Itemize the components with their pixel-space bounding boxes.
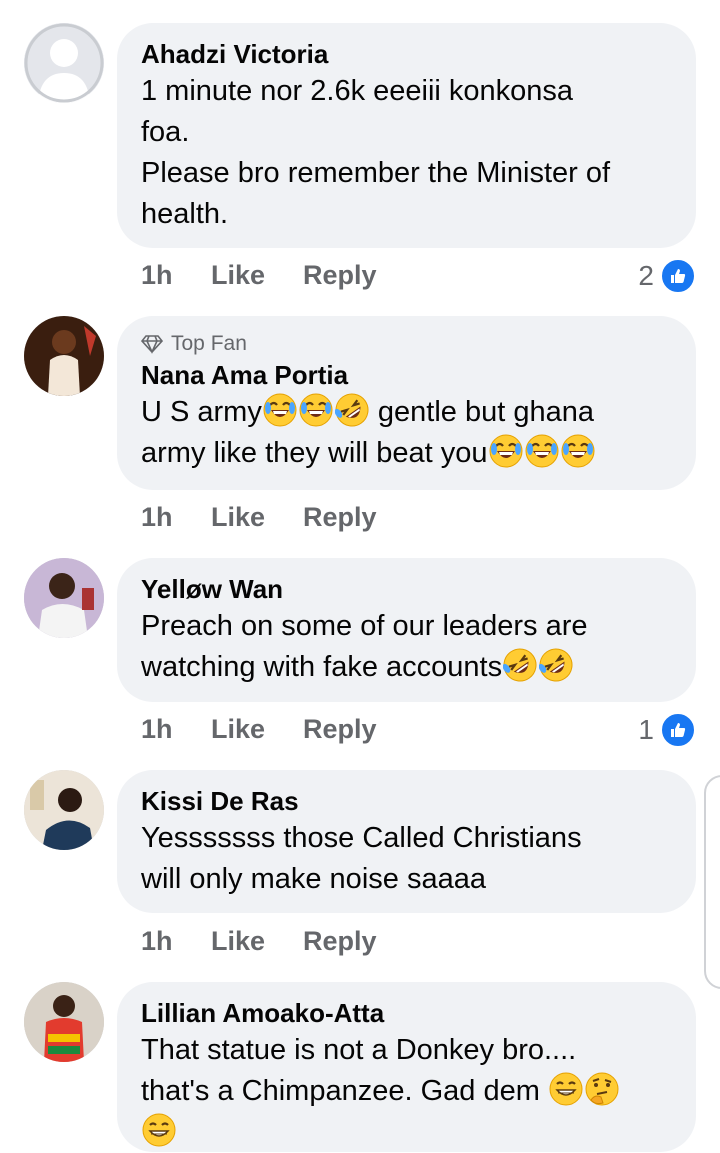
- tears-of-joy-emoji-icon: [488, 434, 523, 468]
- diamond-icon: [141, 335, 163, 354]
- profile-photo: [24, 770, 104, 850]
- grinning-emoji-icon: [142, 1113, 176, 1147]
- comment-bubble: Yelløw Wan Preach on some of our leaders…: [117, 558, 696, 702]
- comment-actions: 1h Like Reply: [141, 926, 423, 957]
- avatar[interactable]: [24, 770, 104, 850]
- comment-actions: 1h Like Reply: [141, 714, 423, 745]
- thumbs-up-icon: [660, 258, 696, 294]
- comment-bubble: Top Fan Nana Ama Portia U S army gentle …: [117, 316, 696, 490]
- comment-time[interactable]: 1h: [141, 714, 211, 745]
- commenter-name[interactable]: Kissi De Ras: [141, 786, 672, 816]
- thinking-emoji-icon: [584, 1072, 619, 1106]
- comment-text-part: That statue is not a Donkey bro....: [141, 1034, 577, 1066]
- reply-button[interactable]: Reply: [303, 260, 423, 291]
- thumbs-up-icon: [660, 712, 696, 748]
- profile-photo: [24, 982, 104, 1062]
- default-avatar-icon: [24, 23, 104, 103]
- commenter-name[interactable]: Lillian Amoako-Atta: [141, 998, 672, 1028]
- tears-of-joy-emoji-icon: [262, 393, 297, 427]
- comment-bubble: Ahadzi Victoria 1 minute nor 2.6k eeeiii…: [117, 23, 696, 248]
- comment-time[interactable]: 1h: [141, 260, 211, 291]
- comment-actions: 1h Like Reply: [141, 260, 423, 291]
- comment-text-part: U S army: [141, 396, 262, 428]
- comment-text: U S army gentle but ghana army like they…: [141, 392, 672, 474]
- avatar[interactable]: [24, 23, 104, 103]
- like-button[interactable]: Like: [211, 714, 303, 745]
- comment-text: Yesssssss those Called Christians will o…: [141, 822, 582, 895]
- reaction-count[interactable]: 2: [638, 258, 696, 294]
- tears-of-joy-emoji-icon: [524, 434, 559, 468]
- reaction-count-number: 2: [638, 260, 654, 291]
- scroll-handle[interactable]: [704, 775, 720, 989]
- reaction-count[interactable]: 1: [638, 712, 696, 748]
- comment-text: That statue is not a Donkey bro.... that…: [141, 1030, 672, 1153]
- reaction-count-number: 1: [638, 714, 654, 745]
- comment-text-part: that's a Chimpanzee. Gad dem: [141, 1075, 548, 1107]
- avatar[interactable]: [24, 316, 104, 396]
- profile-photo: [24, 316, 104, 396]
- commenter-name[interactable]: Yelløw Wan: [141, 574, 672, 604]
- profile-photo: [24, 558, 104, 638]
- reply-button[interactable]: Reply: [303, 714, 423, 745]
- comment-bubble: Lillian Amoako-Atta That statue is not a…: [117, 982, 696, 1152]
- comment-text-part: gentle but ghana: [369, 396, 594, 428]
- commenter-name[interactable]: Nana Ama Portia: [141, 360, 672, 390]
- commenter-name[interactable]: Ahadzi Victoria: [141, 39, 672, 69]
- like-button[interactable]: Like: [211, 260, 303, 291]
- like-button[interactable]: Like: [211, 926, 303, 957]
- tears-of-joy-emoji-icon: [298, 393, 333, 427]
- rofl-emoji-icon: [539, 648, 574, 682]
- comment-text-part: watching with fake accounts: [141, 651, 503, 683]
- comment-time[interactable]: 1h: [141, 502, 211, 533]
- comment-text-part: Preach on some of our leaders are: [141, 610, 588, 642]
- tears-of-joy-emoji-icon: [560, 434, 595, 468]
- avatar[interactable]: [24, 982, 104, 1062]
- top-fan-badge: Top Fan: [141, 330, 672, 358]
- rofl-emoji-icon: [334, 393, 369, 427]
- rofl-emoji-icon: [503, 648, 538, 682]
- comment-bubble: Kissi De Ras Yesssssss those Called Chri…: [117, 770, 696, 913]
- comment-actions: 1h Like Reply: [141, 502, 423, 533]
- like-button[interactable]: Like: [211, 502, 303, 533]
- reply-button[interactable]: Reply: [303, 502, 423, 533]
- comment-text: Preach on some of our leaders are watchi…: [141, 606, 672, 688]
- comment-text-part: army like they will beat you: [141, 437, 488, 469]
- grinning-emoji-icon: [548, 1072, 583, 1106]
- reply-button[interactable]: Reply: [303, 926, 423, 957]
- avatar[interactable]: [24, 558, 104, 638]
- comment-time[interactable]: 1h: [141, 926, 211, 957]
- comment-text: 1 minute nor 2.6k eeeiii konkonsa foa. P…: [141, 75, 611, 230]
- badge-label: Top Fan: [171, 332, 247, 355]
